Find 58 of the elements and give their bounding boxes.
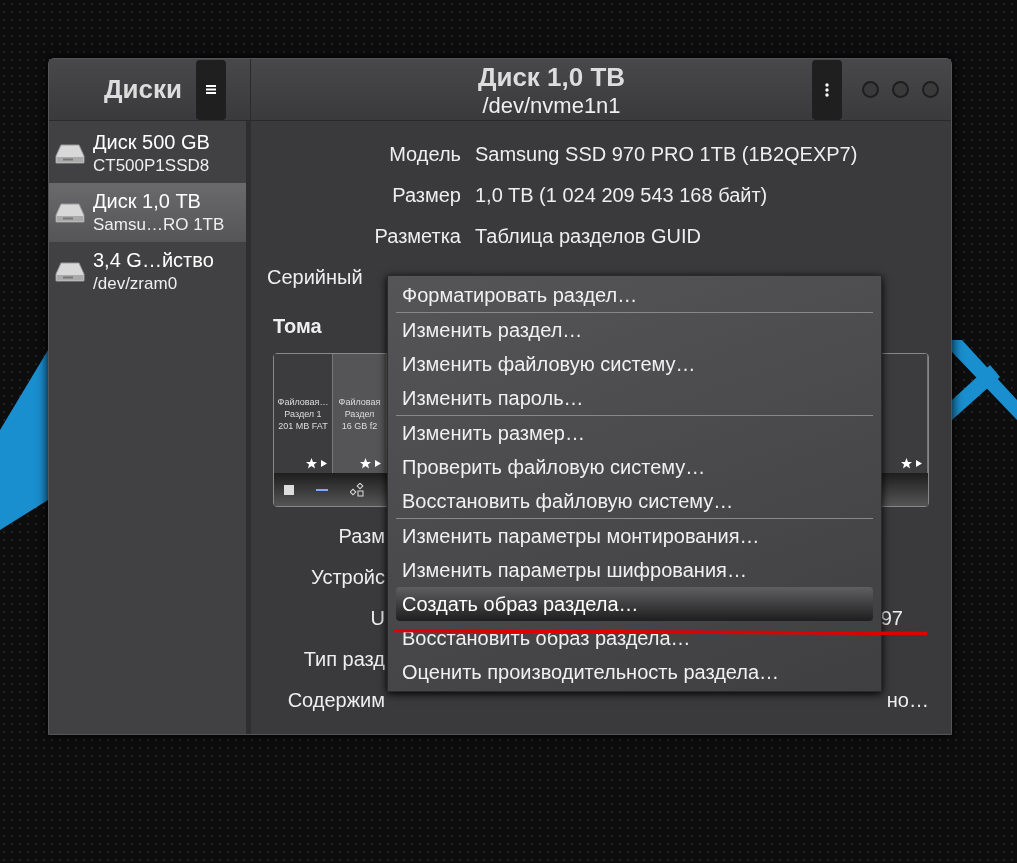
- partition-segment[interactable]: Файловая Раздел 16 GB f2: [333, 354, 387, 473]
- field-label: Устройс: [310, 564, 385, 590]
- menu-item[interactable]: Изменить параметры шифрования…: [396, 553, 873, 587]
- field-label: Размер: [391, 182, 461, 208]
- stop-icon[interactable]: [284, 484, 294, 495]
- drive-subtitle: CT500P1SSD8: [93, 155, 210, 177]
- menu-item[interactable]: Изменить пароль…: [396, 381, 873, 415]
- field-label: Модель: [388, 141, 461, 167]
- hard-drive-icon: [55, 260, 85, 283]
- menu-item[interactable]: Форматировать раздел…: [396, 278, 873, 312]
- field-value: но…: [886, 687, 929, 713]
- field-label: Разметка: [373, 223, 461, 249]
- field-label: Тип разд: [302, 646, 385, 672]
- menu-icon: [205, 85, 216, 94]
- menu-item[interactable]: Изменить размер…: [396, 416, 873, 450]
- menu-item[interactable]: Изменить параметры монтирования…: [396, 519, 873, 553]
- field-label: Серийный: [267, 264, 364, 290]
- section-heading: Тома: [273, 314, 322, 339]
- drive-name: 3,4 G…йство: [93, 248, 214, 274]
- partition-label: Раздел: [344, 407, 375, 420]
- field-value: Таблица разделов GUID: [475, 223, 702, 249]
- partition-segment[interactable]: Файловая… Раздел 1 201 MB FAT: [274, 354, 333, 473]
- field-label: Разм: [337, 523, 385, 549]
- field-value: 97: [880, 605, 903, 631]
- star-play-icon: [306, 458, 328, 469]
- drive-name: Диск 500 GB: [93, 130, 210, 156]
- hard-drive-icon: [55, 201, 85, 224]
- gears-icon[interactable]: [350, 482, 364, 497]
- menu-item[interactable]: Изменить раздел…: [396, 313, 873, 347]
- sidebar-item[interactable]: 3,4 G…йство /dev/zram0: [49, 242, 246, 301]
- partition-label: Файловая…: [277, 395, 329, 408]
- partition-label: 16 GB f2: [341, 419, 378, 432]
- partition-label: 201 MB FAT: [278, 419, 328, 432]
- menu-item[interactable]: Оценить производительность раздела…: [396, 655, 873, 689]
- hard-drive-icon: [55, 142, 85, 165]
- field-label: Содержим: [286, 687, 385, 713]
- menu-button[interactable]: [195, 59, 226, 120]
- partition-label: Раздел 1: [284, 407, 322, 420]
- partition-label: Файловая: [338, 395, 381, 408]
- menu-item[interactable]: Изменить файловую систему…: [396, 347, 873, 381]
- menu-item[interactable]: Создать образ раздела…: [396, 587, 873, 621]
- star-play-icon: [901, 458, 923, 469]
- menu-item[interactable]: Восстановить образ раздела…: [396, 621, 873, 655]
- sidebar-item[interactable]: Диск 500 GB CT500P1SSD8: [49, 124, 246, 183]
- window-subtitle: /dev/nvme1n1: [482, 92, 621, 119]
- field-label: U: [369, 605, 385, 631]
- menu-item[interactable]: Проверить файловую систему…: [396, 450, 873, 484]
- sidebar-item[interactable]: Диск 1,0 TB Samsu…RO 1TB: [49, 183, 246, 242]
- star-play-icon: [360, 458, 382, 469]
- drive-subtitle: /dev/zram0: [93, 273, 179, 295]
- window-title: Диск 1,0 TB: [477, 60, 626, 93]
- more-options-icon: [825, 82, 829, 97]
- drive-subtitle: Samsu…RO 1TB: [93, 214, 225, 236]
- field-value: 1,0 TB (1 024 209 543 168 байт): [475, 182, 768, 208]
- sidebar-title: Диски: [104, 73, 182, 106]
- menu-item[interactable]: Восстановить файловую систему…: [396, 484, 873, 518]
- drive-name: Диск 1,0 TB: [93, 189, 202, 215]
- field-value: Samsung SSD 970 PRO 1TB (1B2QEXP7): [475, 141, 858, 167]
